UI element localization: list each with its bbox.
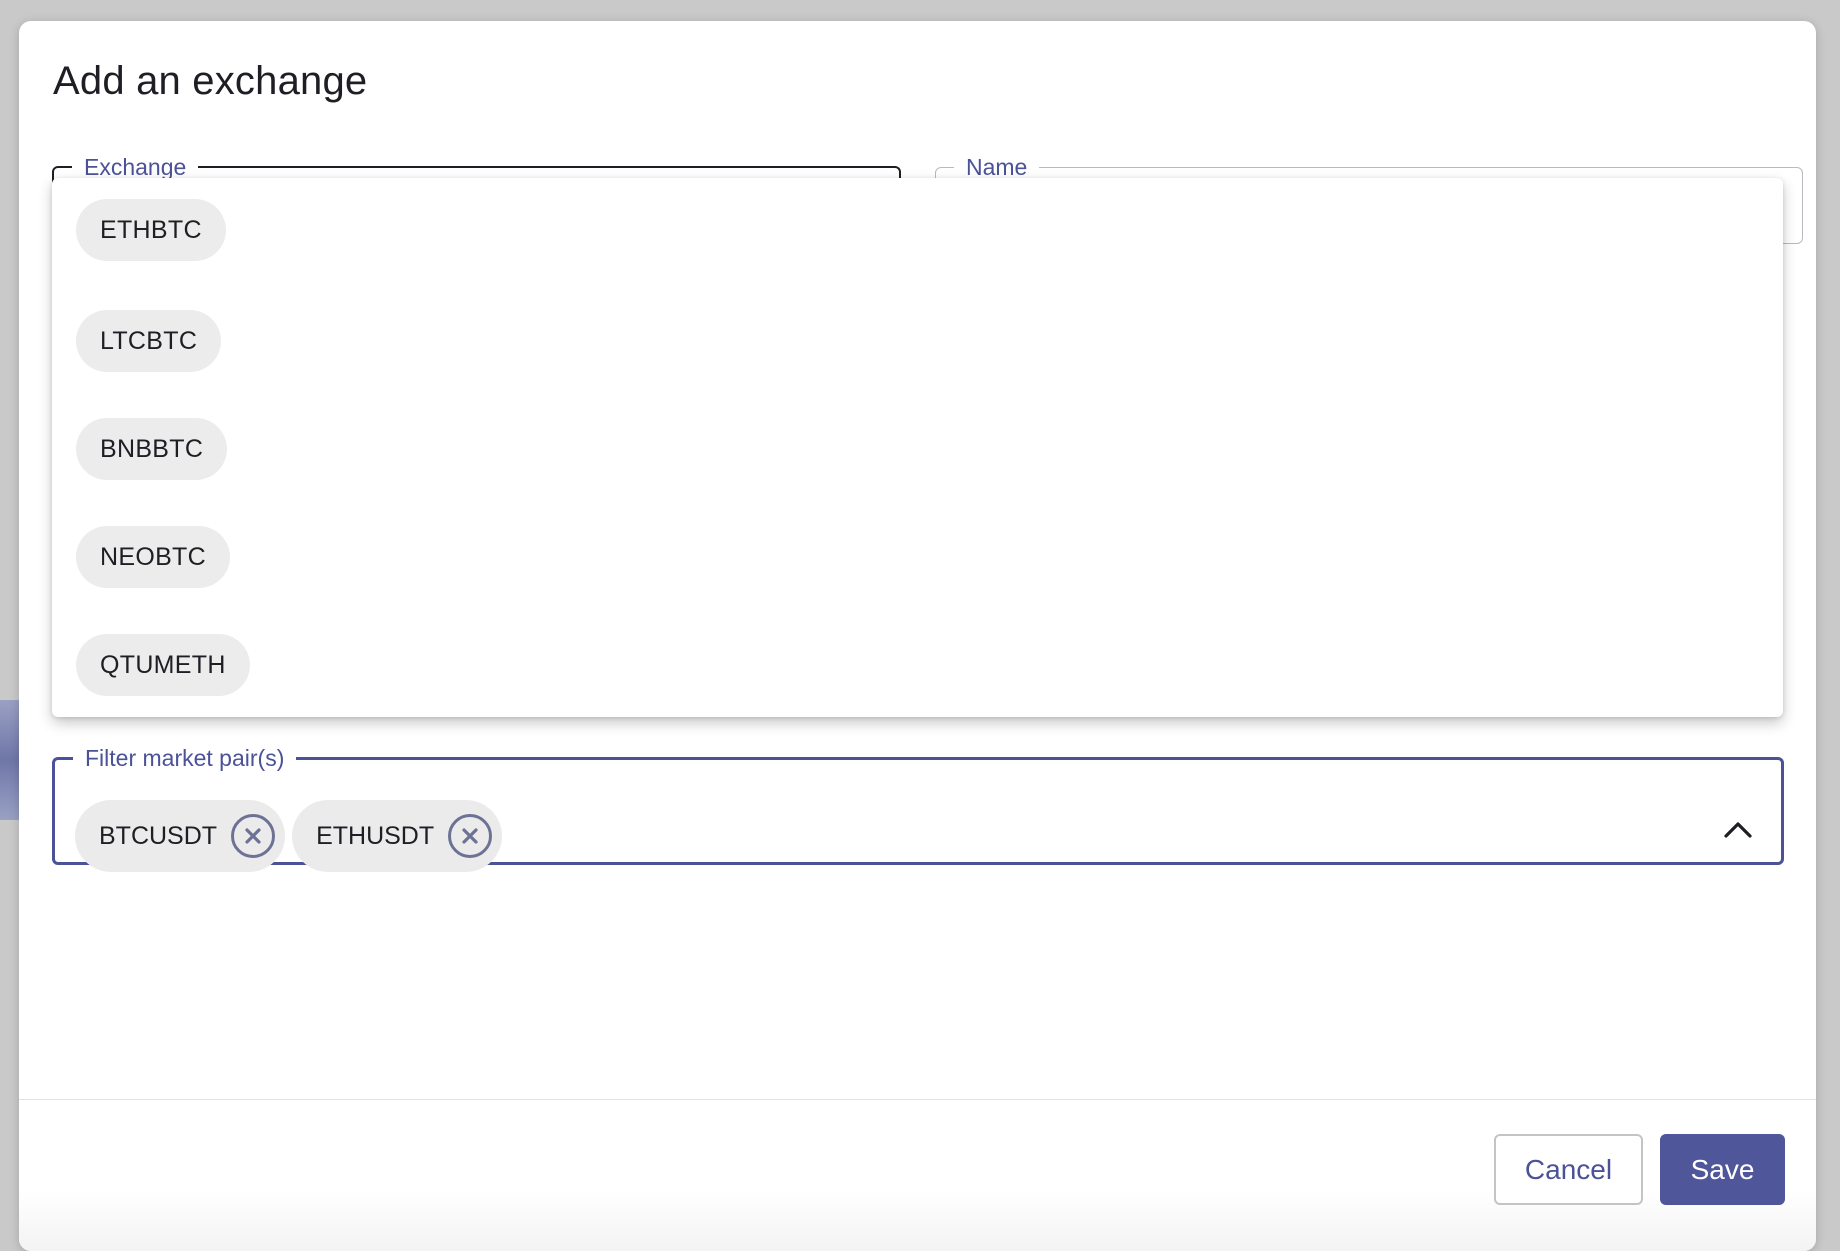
market-pairs-dropdown: ETHBTC LTCBTC BNBBTC NEOBTC QTUMETH <box>52 178 1783 717</box>
dropdown-option[interactable]: QTUMETH <box>76 634 250 696</box>
selected-chips: BTCUSDT ETHUSDT <box>75 800 503 872</box>
filter-market-pairs-select[interactable]: Filter market pair(s) BTCUSDT ETHUSDT <box>52 745 1784 872</box>
dropdown-option[interactable]: ETHBTC <box>76 199 226 261</box>
selected-chip: BTCUSDT <box>75 800 286 872</box>
cancel-button[interactable]: Cancel <box>1494 1134 1643 1205</box>
close-circle-icon[interactable] <box>231 814 276 858</box>
save-button[interactable]: Save <box>1660 1134 1785 1205</box>
chip-label: ETHUSDT <box>316 821 435 850</box>
exchange-label: Exchange <box>84 154 187 180</box>
dropdown-option[interactable]: NEOBTC <box>76 526 230 588</box>
dialog-title: Add an exchange <box>53 59 368 103</box>
footer-divider <box>19 1099 1816 1100</box>
filter-market-pairs-label: Filter market pair(s) <box>85 745 285 771</box>
chip-label: BTCUSDT <box>99 821 218 850</box>
close-circle-icon[interactable] <box>448 814 493 858</box>
dropdown-option[interactable]: BNBBTC <box>76 418 228 480</box>
dropdown-option[interactable]: LTCBTC <box>76 310 222 372</box>
selected-chip: ETHUSDT <box>292 800 503 872</box>
name-label: Name <box>966 154 1028 180</box>
chevron-up-icon[interactable] <box>1723 817 1753 841</box>
